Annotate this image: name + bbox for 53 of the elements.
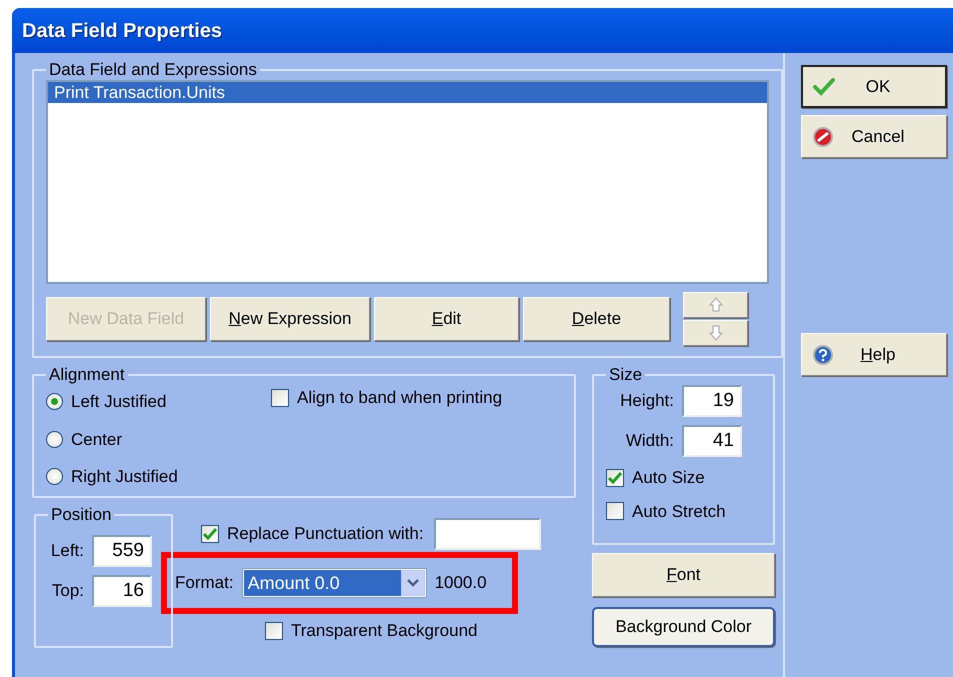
- option-label: Right Justified: [71, 466, 178, 488]
- help-icon: [812, 344, 834, 366]
- punctuation-field[interactable]: [434, 518, 541, 550]
- up-arrow-button[interactable]: [683, 292, 748, 318]
- checkbox[interactable]: [201, 525, 219, 543]
- action-button[interactable]: Delete: [523, 297, 670, 341]
- field-label: Top:: [50, 580, 84, 602]
- list-item[interactable]: Print Transaction.Units: [48, 82, 767, 103]
- checkbox-label: Transparent Background: [291, 620, 478, 642]
- checkbox[interactable]: [606, 468, 624, 487]
- check-icon: [813, 76, 835, 98]
- dialog-button[interactable]: Cancel: [801, 115, 947, 158]
- format-preview: 1000.0: [434, 572, 487, 594]
- checkbox[interactable]: [271, 388, 289, 407]
- action-button[interactable]: New Expression: [210, 297, 370, 341]
- group-label: Alignment: [48, 366, 126, 383]
- check-icon: [608, 472, 622, 484]
- checkbox-label: Align to band when printing: [297, 387, 502, 409]
- chevron-down-icon: [406, 579, 419, 587]
- field-label: Height:: [619, 390, 674, 412]
- option-label: Center: [71, 428, 122, 450]
- field-label: Left:: [50, 540, 84, 562]
- number-field[interactable]: 16: [92, 575, 152, 607]
- dialog-button[interactable]: OK: [801, 65, 947, 108]
- window-title: Data Field Properties: [22, 18, 222, 44]
- group-label: Position: [50, 506, 112, 523]
- no-entry-icon: [812, 126, 834, 148]
- number-field[interactable]: 41: [682, 425, 742, 457]
- checkbox[interactable]: [606, 502, 624, 520]
- radio-button[interactable]: [46, 430, 63, 448]
- number-field[interactable]: 559: [92, 535, 152, 567]
- group-label: Size: [608, 366, 644, 383]
- radio-button[interactable]: [46, 468, 63, 486]
- dialog-button[interactable]: Help: [801, 333, 947, 376]
- checkbox-label: Auto Size: [632, 467, 705, 489]
- action-button[interactable]: Background Color: [592, 607, 775, 647]
- radio-button[interactable]: [46, 393, 63, 410]
- field-label: Width:: [624, 430, 674, 452]
- group-label: Data Field and Expressions: [48, 61, 258, 78]
- expression-list[interactable]: Print Transaction.Units: [46, 80, 769, 284]
- number-field[interactable]: 19: [682, 385, 742, 417]
- checkbox[interactable]: [265, 622, 283, 640]
- down-arrow-icon: [708, 325, 724, 341]
- action-button[interactable]: Edit: [374, 297, 519, 341]
- option-label: Left Justified: [71, 391, 166, 413]
- field-label: Format:: [175, 572, 234, 594]
- down-arrow-button[interactable]: [683, 320, 748, 346]
- check-icon: [203, 528, 217, 540]
- up-arrow-icon: [708, 297, 724, 313]
- action-button[interactable]: Font: [592, 553, 775, 597]
- format-dropdown[interactable]: Amount 0.0: [242, 568, 427, 598]
- checkbox-label: Replace Punctuation with:: [227, 523, 424, 546]
- checkbox-label: Auto Stretch: [632, 500, 726, 522]
